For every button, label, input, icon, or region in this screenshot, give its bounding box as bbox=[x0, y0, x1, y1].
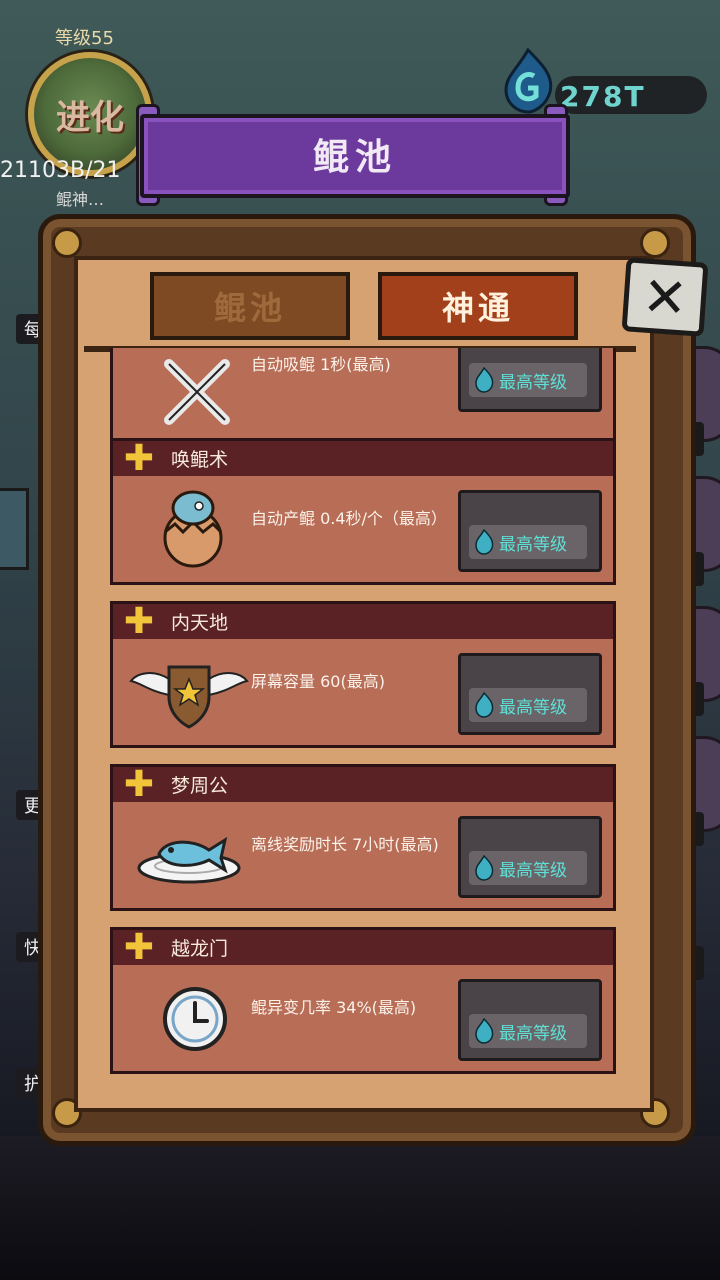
winged-shield-icon bbox=[129, 665, 249, 729]
max-level-inner: 最高等级 bbox=[469, 851, 587, 885]
fish-plate-icon bbox=[137, 836, 241, 884]
swords-icon bbox=[164, 359, 230, 425]
page-title: 鲲池 bbox=[312, 137, 397, 178]
item-name: 越龙门 bbox=[171, 938, 229, 960]
avatar-evolve-text: 进化 bbox=[56, 97, 124, 138]
max-level-inner: 最高等级 bbox=[469, 363, 587, 397]
max-level-inner: 最高等级 bbox=[469, 1014, 587, 1048]
max-level-inner: 最高等级 bbox=[469, 688, 587, 722]
item-body: 屏幕容量 60(最高) 最高等级 bbox=[110, 639, 616, 748]
plus-icon: ✚ bbox=[123, 601, 155, 642]
max-level-label: 最高等级 bbox=[499, 372, 567, 393]
item-body: 自动产鲲 0.4秒/个（最高） 最高等级 bbox=[110, 476, 616, 585]
item-body: 离线奖励时长 7小时(最高) 最高等级 bbox=[110, 802, 616, 911]
egg-icon bbox=[163, 490, 223, 568]
plus-icon: ✚ bbox=[123, 438, 155, 479]
frame-corner-bolt bbox=[640, 228, 670, 258]
max-level-button[interactable]: 最高等级 bbox=[458, 979, 602, 1061]
max-level-label: 最高等级 bbox=[499, 1023, 567, 1044]
close-button[interactable]: ✕ bbox=[621, 257, 709, 337]
max-level-label: 最高等级 bbox=[499, 697, 567, 718]
item-description: 离线奖励时长 7小时(最高) bbox=[251, 835, 439, 854]
item-name: 内天地 bbox=[171, 612, 229, 634]
item-name: 梦周公 bbox=[171, 775, 229, 797]
max-level-label: 最高等级 bbox=[499, 534, 567, 555]
item-description: 屏幕容量 60(最高) bbox=[251, 672, 385, 691]
item-name: 唤鲲术 bbox=[171, 449, 229, 471]
spirit-flame-icon bbox=[475, 529, 494, 555]
spirit-flame-icon bbox=[475, 855, 494, 881]
max-level-button[interactable]: 最高等级 bbox=[458, 490, 602, 572]
plus-icon: ✚ bbox=[123, 927, 155, 968]
tab-kun-pool[interactable]: 鲲池 bbox=[150, 272, 350, 340]
currency-value: 278T bbox=[560, 80, 646, 113]
item-body: 鲲异变几率 34%(最高) 最高等级 bbox=[110, 965, 616, 1074]
frame-corner-bolt bbox=[52, 228, 82, 258]
max-level-button[interactable]: 最高等级 bbox=[458, 348, 602, 412]
item-description: 鲲异变几率 34%(最高) bbox=[251, 998, 417, 1017]
item-description: 自动吸鲲 1秒(最高) bbox=[251, 355, 391, 374]
max-level-label: 最高等级 bbox=[499, 860, 567, 881]
max-level-button[interactable]: 最高等级 bbox=[458, 816, 602, 898]
spirit-flame-icon bbox=[475, 1018, 494, 1044]
item-description: 自动产鲲 0.4秒/个（最高） bbox=[251, 509, 447, 528]
plus-icon: ✚ bbox=[123, 764, 155, 805]
bottom-shadow bbox=[0, 1136, 720, 1280]
player-level: 等级55 bbox=[55, 28, 114, 49]
spirit-flame-icon bbox=[475, 367, 494, 393]
max-level-button[interactable]: 最高等级 bbox=[458, 653, 602, 735]
close-icon: ✕ bbox=[640, 263, 690, 331]
progress-sublabel: 鲲神… bbox=[56, 190, 105, 209]
skill-list[interactable]: 自动吸鲲 1秒(最高) 最高等级 ✚ 唤鲲术 自动产鲲 0.4秒/个（最高） 最… bbox=[80, 348, 640, 1094]
max-level-inner: 最高等级 bbox=[469, 525, 587, 559]
spirit-flame-icon bbox=[475, 692, 494, 718]
left-drawer-arrow[interactable] bbox=[0, 488, 29, 570]
progress-readout: 21103B/21 bbox=[0, 158, 121, 183]
clock-icon bbox=[163, 987, 227, 1051]
tab-divine-powers[interactable]: 神通 bbox=[378, 272, 578, 340]
